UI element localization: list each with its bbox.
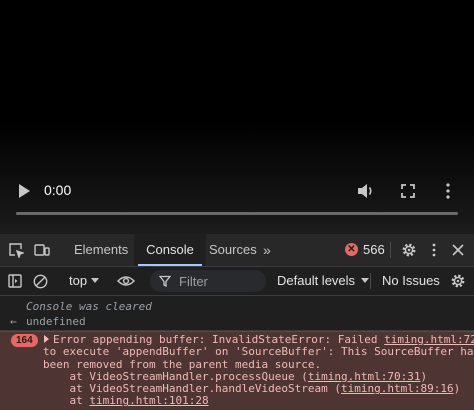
device-toolbar-icon	[34, 244, 50, 256]
devtools-panel: Elements Console Sources » ✕ 566 top Fil…	[0, 234, 474, 410]
kebab-menu-icon	[446, 183, 450, 199]
source-link[interactable]: timing.html:72	[384, 333, 474, 346]
context-label: top	[69, 273, 88, 288]
stack-frame-link[interactable]: timing.html:89:16	[341, 382, 454, 395]
error-counter[interactable]: ✕ 566	[345, 242, 385, 257]
gear-icon	[402, 243, 416, 257]
eye-icon	[117, 276, 135, 286]
filter-icon	[159, 275, 171, 287]
stack-frame-link[interactable]: timing.html:101:28	[89, 394, 208, 407]
current-time: 0:00	[44, 182, 72, 198]
filter-placeholder: Filter	[179, 273, 208, 289]
show-sidebar-button[interactable]	[5, 271, 25, 291]
device-toolbar-button[interactable]	[32, 240, 52, 260]
play-button[interactable]	[12, 180, 36, 202]
play-icon	[19, 184, 30, 198]
error-circle-icon: ✕	[345, 243, 358, 256]
stack-frame-prefix: at VideoStreamHandler.processQueue (	[43, 369, 308, 383]
more-tabs-button[interactable]: »	[263, 234, 271, 266]
error-text: Error appending buffer: InvalidStateErro…	[43, 333, 474, 408]
stack-frame-suffix: )	[453, 382, 461, 396]
console-settings-button[interactable]	[448, 271, 468, 291]
tab-elements[interactable]: Elements	[74, 234, 128, 266]
console-cleared-message: Console was cleared	[26, 300, 152, 313]
tab-console[interactable]: Console	[134, 234, 206, 266]
console-output: Console was cleared ← undefined 164 Erro…	[0, 296, 474, 410]
caret-down-icon	[91, 277, 100, 283]
context-selector[interactable]: top	[69, 273, 100, 288]
stack-frame-suffix: )	[420, 369, 428, 383]
close-icon	[452, 244, 464, 256]
error-line-3: been removed from the parent media sourc…	[43, 357, 322, 371]
result-value: undefined	[26, 315, 86, 328]
fullscreen-icon	[401, 184, 415, 198]
stack-frame-link[interactable]: timing.html:70:31	[308, 370, 421, 383]
clear-console-button[interactable]	[30, 271, 50, 291]
console-toolbar: top Filter Default levels No Issues	[0, 267, 474, 296]
divider	[370, 273, 371, 289]
stack-frame-prefix: at	[43, 394, 90, 408]
sidebar-icon	[8, 274, 22, 288]
volume-icon	[358, 184, 372, 198]
error-message[interactable]: 164 Error appending buffer: InvalidState…	[0, 331, 474, 410]
devtools-tab-bar: Elements Console Sources » ✕ 566	[0, 234, 474, 267]
inspect-button[interactable]	[6, 240, 26, 260]
live-expression-button[interactable]	[116, 271, 136, 291]
divider	[390, 242, 391, 258]
repeat-count-badge: 164	[11, 334, 38, 347]
more-options-button[interactable]	[438, 180, 458, 202]
issues-button[interactable]: No Issues	[382, 273, 440, 288]
controls-gradient	[0, 120, 474, 234]
fullscreen-button[interactable]	[397, 180, 419, 202]
clear-console-icon	[33, 274, 47, 288]
tab-sources[interactable]: Sources	[209, 234, 257, 266]
log-levels-dropdown[interactable]: Default levels	[277, 273, 370, 288]
video-player[interactable]: 0:00	[0, 0, 474, 234]
result-row: ← undefined	[0, 314, 474, 331]
gear-icon	[451, 274, 465, 288]
error-count: 566	[363, 242, 385, 257]
error-line-1: Error appending buffer: InvalidStateErro…	[53, 333, 385, 346]
customize-menu-button[interactable]	[424, 240, 444, 260]
stack-frame-prefix: at VideoStreamHandler.handleVideoStream …	[43, 382, 342, 396]
filter-input[interactable]: Filter	[150, 270, 266, 292]
mute-button[interactable]	[354, 180, 378, 202]
close-devtools-button[interactable]	[448, 240, 468, 260]
caret-down-icon	[361, 277, 370, 283]
settings-button[interactable]	[399, 240, 419, 260]
error-line-2: to execute 'appendBuffer' on 'SourceBuff…	[43, 345, 474, 359]
log-levels-label: Default levels	[277, 273, 356, 288]
timeline-slider[interactable]	[16, 212, 458, 215]
result-arrow-icon: ←	[10, 315, 17, 328]
inspect-icon	[9, 243, 24, 258]
kebab-menu-icon	[432, 243, 436, 257]
